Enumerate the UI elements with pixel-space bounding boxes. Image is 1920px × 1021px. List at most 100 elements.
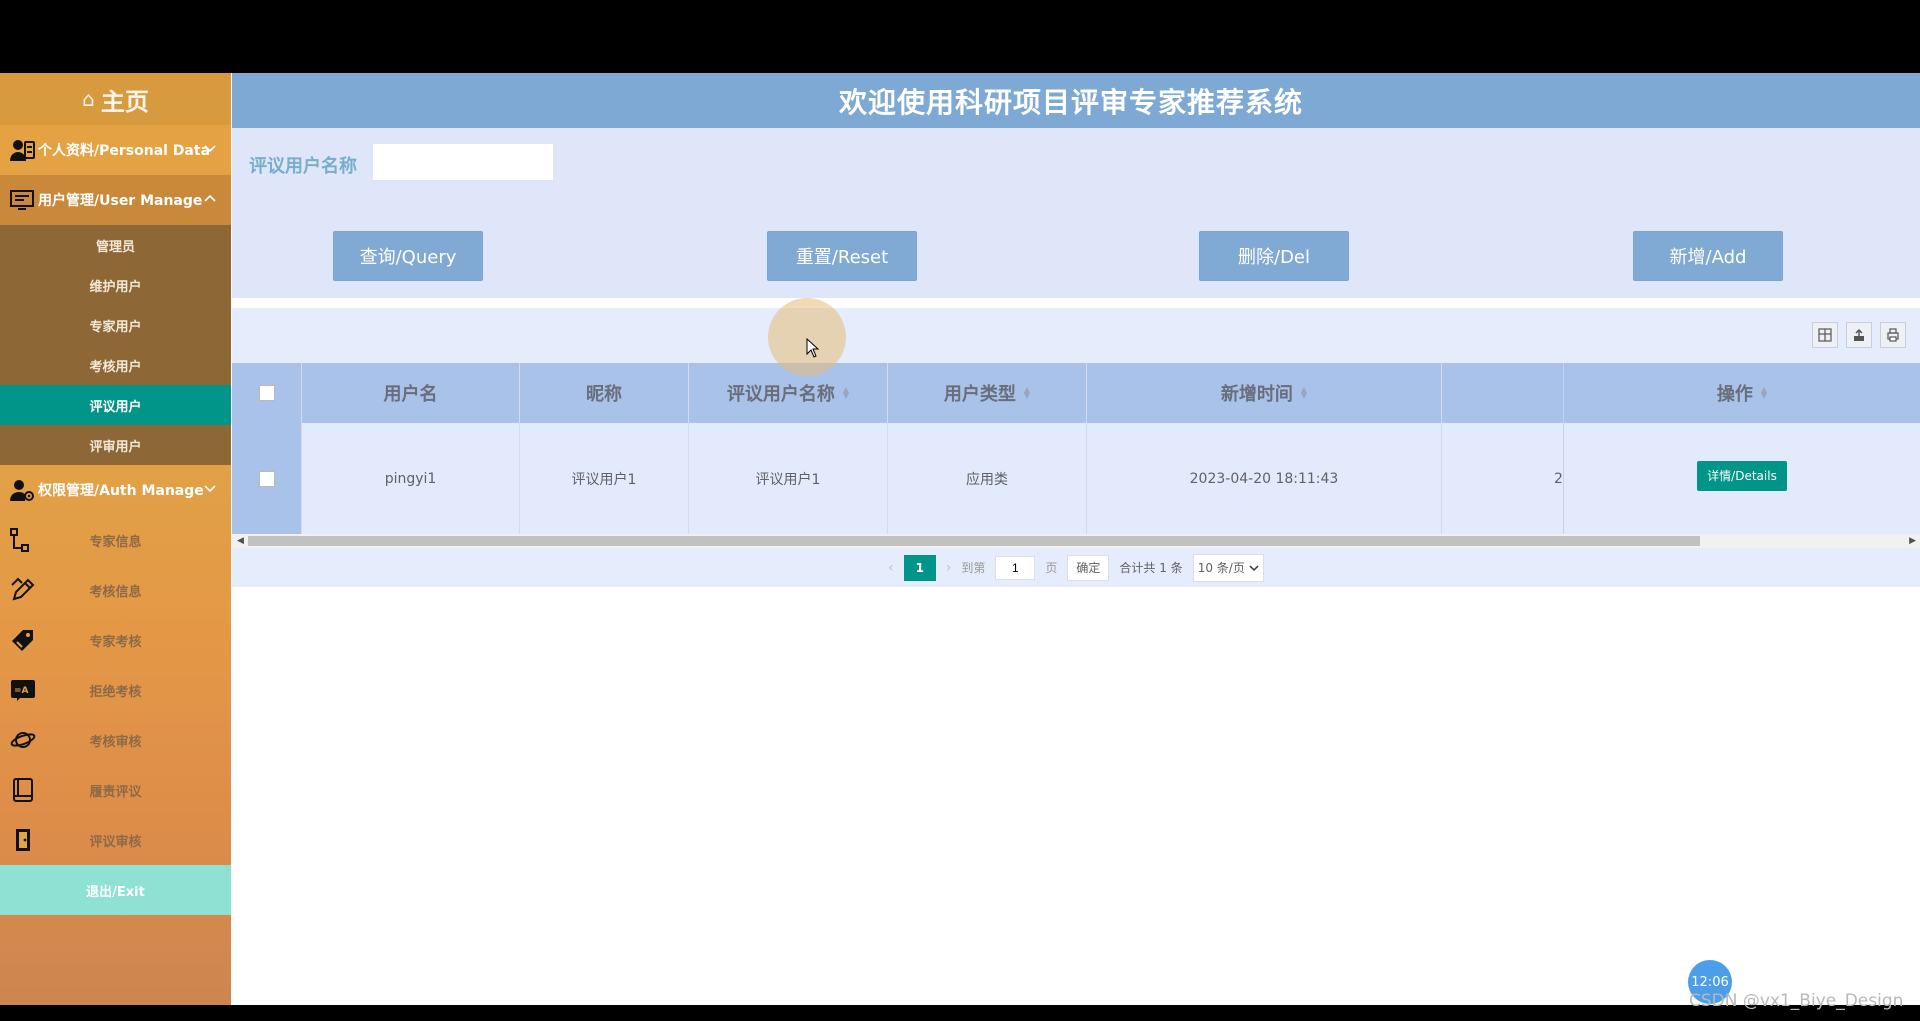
sidebar-home[interactable]: ⌂ 主页 [0, 73, 231, 125]
row-select-cell [232, 423, 302, 534]
column-header-username[interactable]: 用户名 [302, 363, 520, 423]
print-icon[interactable] [1880, 322, 1906, 348]
sidebar-item-label: 专家信息 [89, 534, 142, 550]
add-button[interactable]: 新增/Add [1633, 231, 1783, 281]
row-checkbox[interactable] [258, 470, 275, 487]
cell-user-type: 应用类 [888, 423, 1087, 534]
svg-text:=A: =A [14, 686, 29, 696]
sort-icon[interactable]: ▲ ▼ [843, 386, 849, 400]
page-size-value: 10 条/页 [1197, 561, 1245, 575]
sort-icon[interactable]: ▲ ▼ [1761, 386, 1767, 400]
sidebar-item-expert-info[interactable]: 专家信息 [0, 515, 231, 565]
column-header-label: 评议用户名称 [726, 384, 835, 405]
details-button[interactable]: 详情/Details [1697, 460, 1787, 491]
operation-column: 操作 ▲ ▼ 详情/Details [1563, 363, 1920, 534]
goto-page-input[interactable] [995, 555, 1036, 580]
header-select-cell [232, 363, 302, 423]
sidebar-group-label: 权限管理/Auth Manage [38, 483, 204, 499]
sort-icon[interactable]: ▲ ▼ [1301, 386, 1307, 400]
sidebar-item-expert-user[interactable]: 专家用户 [0, 305, 231, 345]
operation-cell: 详情/Details [1564, 423, 1920, 534]
column-header-label: 用户名 [383, 384, 438, 405]
sidebar-item-reject-assess[interactable]: =A 拒绝考核 [0, 665, 231, 715]
columns-icon[interactable] [1812, 322, 1838, 348]
export-icon[interactable] [1846, 322, 1872, 348]
table-toolbar [1812, 322, 1906, 348]
auth-manage-icon [8, 476, 36, 504]
query-button[interactable]: 查询/Query [333, 231, 483, 281]
table-panel: 用户名 昵称 评议用户名称 ▲ ▼ 用户类型 ▲ ▼ 新增时间 ▲ ▼ pingyi1 评议… [232, 308, 1920, 587]
sidebar-group-auth-manage[interactable]: 权限管理/Auth Manage [0, 465, 231, 515]
home-icon: ⌂ [82, 87, 95, 111]
search-input[interactable] [373, 144, 553, 180]
sidebar-group-label: 用户管理/User Manage [38, 193, 203, 209]
cell-username: pingyi1 [302, 423, 520, 534]
column-header-label: 昵称 [586, 384, 622, 405]
main-content: 欢迎使用科研项目评审专家推荐系统 评议用户名称 查询/Query 重置/Rese… [232, 73, 1920, 1005]
total-count: 合计共 1 条 [1119, 561, 1183, 575]
sidebar-item-duty-review[interactable]: 履责评议 [0, 765, 231, 815]
sidebar-group-personal-data[interactable]: 个人资料/Personal Data [0, 125, 231, 175]
next-page-icon[interactable]: › [946, 560, 952, 576]
translate-icon: =A [11, 680, 35, 701]
search-label: 评议用户名称 [249, 156, 357, 177]
search-panel: 评议用户名称 查询/Query 重置/Reset 删除/Del 新增/Add [232, 128, 1920, 298]
planet-icon [10, 732, 36, 748]
chevron-down-icon [204, 145, 216, 153]
prev-page-icon[interactable]: ‹ [888, 560, 894, 576]
column-header-nickname[interactable]: 昵称 [520, 363, 689, 423]
goto-confirm-button[interactable]: 确定 [1067, 554, 1110, 581]
column-header-label: 用户类型 [943, 384, 1016, 405]
select-all-checkbox[interactable] [258, 385, 275, 401]
watermark: CSDN @vx1_Biye_Design [1689, 991, 1904, 1011]
tag-icon [12, 630, 33, 651]
sidebar-item-label: 拒绝考核 [89, 684, 142, 700]
reset-button[interactable]: 重置/Reset [767, 231, 917, 281]
door-icon [16, 829, 30, 851]
book-icon [13, 778, 33, 802]
column-header-label: 操作 [1716, 384, 1753, 405]
page-size-select[interactable]: 10 条/页 [1192, 553, 1264, 582]
sort-icon[interactable]: ▲ ▼ [1024, 386, 1030, 400]
scrollbar-thumb[interactable] [248, 536, 1700, 546]
column-header-created-at[interactable]: 新增时间 ▲ ▼ [1087, 363, 1442, 423]
pagination: ‹ 1 › 到第 页 确定 合计共 1 条 10 条/页 [232, 548, 1920, 587]
scroll-right-icon[interactable]: ▶ [1909, 534, 1916, 548]
sidebar-item-assess-user[interactable]: 考核用户 [0, 345, 231, 385]
personal-card-icon [8, 136, 36, 164]
page-unit-label: 页 [1045, 561, 1058, 575]
sidebar-item-assess-audit[interactable]: 考核审核 [0, 715, 231, 765]
sidebar-item-review-user[interactable]: 评议用户 [0, 385, 231, 425]
horizontal-scrollbar[interactable]: ◀ ▶ [232, 534, 1920, 548]
cell-created-at: 2023-04-20 18:11:43 [1087, 423, 1442, 534]
sidebar-item-label: 专家考核 [89, 634, 142, 650]
sidebar-item-review-audit[interactable]: 评议审核 [0, 815, 231, 865]
goto-label: 到第 [961, 561, 986, 575]
page-title: 欢迎使用科研项目评审专家推荐系统 [232, 73, 1920, 128]
hierarchy-icon [10, 528, 29, 552]
sidebar-item-assess-info[interactable]: 考核信息 [0, 565, 231, 615]
user-manage-icon [8, 186, 36, 214]
app-window: ⌂ 主页 个人资料/Personal Data 用户管理/User Manage… [0, 73, 1920, 1005]
exit-button[interactable]: 退出/Exit [0, 865, 231, 915]
sidebar-home-label: 主页 [100, 87, 149, 116]
column-header-user-type[interactable]: 用户类型 ▲ ▼ [888, 363, 1087, 423]
sidebar-item-label: 考核信息 [89, 584, 142, 600]
cell-reviewer-name: 评议用户1 [689, 423, 888, 534]
chevron-up-icon [204, 194, 216, 202]
sidebar: ⌂ 主页 个人资料/Personal Data 用户管理/User Manage… [0, 73, 231, 1005]
sidebar-item-expert-assess[interactable]: 专家考核 [0, 615, 231, 665]
pencil-ruler-icon [11, 577, 35, 601]
delete-button[interactable]: 删除/Del [1199, 231, 1349, 281]
sidebar-item-audit-user[interactable]: 评审用户 [0, 425, 231, 465]
sidebar-item-maintain-user[interactable]: 维护用户 [0, 265, 231, 305]
column-header-reviewer-name[interactable]: 评议用户名称 ▲ ▼ [689, 363, 888, 423]
mouse-cursor-icon [806, 338, 820, 358]
sidebar-group-user-manage[interactable]: 用户管理/User Manage [0, 175, 231, 225]
current-page[interactable]: 1 [903, 554, 936, 581]
column-header-operation[interactable]: 操作 ▲ ▼ [1564, 363, 1920, 423]
sidebar-item-admin[interactable]: 管理员 [0, 225, 231, 265]
user-manage-submenu: 管理员 维护用户 专家用户 考核用户 评议用户 评审用户 [0, 225, 231, 465]
scroll-left-icon[interactable]: ◀ [237, 534, 244, 548]
cell-nickname: 评议用户1 [520, 423, 689, 534]
